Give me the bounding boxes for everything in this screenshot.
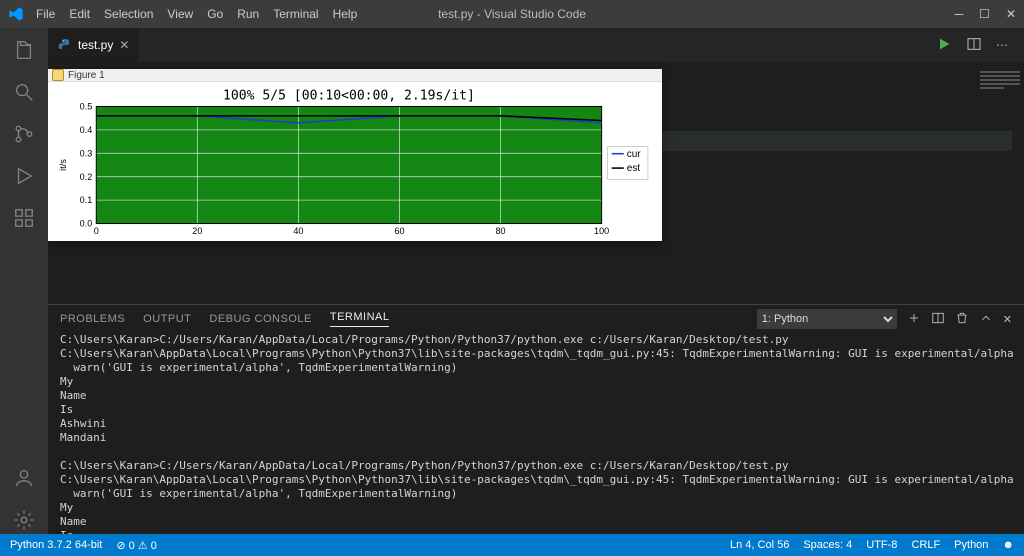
panel-close-icon[interactable]: ✕ <box>1003 313 1012 326</box>
svg-text:0.5: 0.5 <box>80 101 93 111</box>
minimap[interactable] <box>980 71 1020 93</box>
menu-selection[interactable]: Selection <box>98 3 159 25</box>
bottom-panel: PROBLEMS OUTPUT DEBUG CONSOLE TERMINAL 1… <box>48 304 1024 534</box>
menu-help[interactable]: Help <box>327 3 364 25</box>
main-menu: File Edit Selection View Go Run Terminal… <box>30 3 363 25</box>
run-file-icon[interactable] <box>936 36 952 55</box>
figure-title: Figure 1 <box>68 70 105 81</box>
panel-tab-output[interactable]: OUTPUT <box>143 313 191 325</box>
vscode-logo-icon <box>8 6 24 22</box>
kill-terminal-icon[interactable] <box>955 311 969 328</box>
svg-text:0.3: 0.3 <box>80 148 93 158</box>
panel-tab-problems[interactable]: PROBLEMS <box>60 313 125 325</box>
menu-edit[interactable]: Edit <box>63 3 96 25</box>
status-indent[interactable]: Spaces: 4 <box>803 539 852 551</box>
status-feedback-icon[interactable]: ☻ <box>1002 539 1014 551</box>
svg-text:40: 40 <box>293 226 303 236</box>
status-cursor-pos[interactable]: Ln 4, Col 56 <box>730 539 789 551</box>
editor-body[interactable]: Figure 1 0 20 40 60 80 100 0.0 0.1 0.2 0.3 0.4 0.5 i… <box>48 63 1024 304</box>
svg-text:80: 80 <box>496 226 506 236</box>
svg-text:60: 60 <box>394 226 404 236</box>
svg-text:0.1: 0.1 <box>80 195 93 205</box>
maximize-icon[interactable]: ☐ <box>979 7 990 21</box>
tab-test-py[interactable]: test.py ✕ <box>48 28 140 62</box>
titlebar: File Edit Selection View Go Run Terminal… <box>0 0 1024 28</box>
panel-tabs: PROBLEMS OUTPUT DEBUG CONSOLE TERMINAL 1… <box>48 305 1024 333</box>
svg-text:0: 0 <box>94 226 99 236</box>
status-bar: Python 3.7.2 64-bit ⊘ 0 ⚠ 0 Ln 4, Col 56… <box>0 534 1024 556</box>
plot-area: 0 20 40 60 80 100 0.0 0.1 0.2 0.3 0.4 0.5 it/s 100% 5… <box>54 88 658 242</box>
tab-label: test.py <box>78 38 113 52</box>
svg-text:20: 20 <box>192 226 202 236</box>
panel-collapse-icon[interactable] <box>979 311 993 328</box>
python-file-icon <box>58 38 72 52</box>
new-terminal-icon[interactable] <box>907 311 921 328</box>
figure-titlebar[interactable]: Figure 1 <box>48 69 662 82</box>
search-icon[interactable] <box>10 78 38 106</box>
svg-text:cur: cur <box>627 149 642 160</box>
menu-run[interactable]: Run <box>231 3 265 25</box>
svg-text:it/s: it/s <box>58 159 68 171</box>
panel-tab-debug-console[interactable]: DEBUG CONSOLE <box>209 313 311 325</box>
minimize-icon[interactable]: ─ <box>955 7 964 21</box>
tk-logo-icon <box>52 69 64 81</box>
terminal-output[interactable]: C:\Users\Karan>C:/Users/Karan/AppData/Lo… <box>48 333 1024 534</box>
activity-bar <box>0 28 48 534</box>
panel-tab-terminal[interactable]: TERMINAL <box>330 311 390 327</box>
terminal-selector[interactable]: 1: Python <box>757 309 897 329</box>
accounts-icon[interactable] <box>10 464 38 492</box>
status-python-env[interactable]: Python 3.7.2 64-bit <box>10 539 102 551</box>
settings-gear-icon[interactable] <box>10 506 38 534</box>
svg-text:100% 5/5 [00:10<00:00, 2.19s/: 100% 5/5 [00:10<00:00, 2.19s/it] <box>223 88 475 103</box>
status-problems-count[interactable]: ⊘ 0 ⚠ 0 <box>116 539 156 552</box>
status-language[interactable]: Python <box>954 539 988 551</box>
status-encoding[interactable]: UTF-8 <box>866 539 897 551</box>
close-icon[interactable]: ✕ <box>1006 7 1016 21</box>
explorer-icon[interactable] <box>10 36 38 64</box>
menu-terminal[interactable]: Terminal <box>267 3 324 25</box>
split-editor-icon[interactable] <box>966 36 982 55</box>
menu-view[interactable]: View <box>161 3 199 25</box>
extensions-icon[interactable] <box>10 204 38 232</box>
split-terminal-icon[interactable] <box>931 311 945 328</box>
matplotlib-window[interactable]: Figure 1 0 20 40 60 80 100 0.0 0.1 0.2 0.3 0.4 0.5 i… <box>48 69 662 241</box>
source-control-icon[interactable] <box>10 120 38 148</box>
svg-text:0.2: 0.2 <box>80 172 93 182</box>
menu-go[interactable]: Go <box>201 3 229 25</box>
more-actions-icon[interactable]: ⋯ <box>996 38 1008 52</box>
svg-text:100: 100 <box>594 226 609 236</box>
status-eol[interactable]: CRLF <box>911 539 940 551</box>
editor-tabbar: test.py ✕ ⋯ <box>48 28 1024 63</box>
svg-text:est: est <box>627 163 641 174</box>
main-area: test.py ✕ ⋯ Fi <box>0 28 1024 534</box>
tab-close-icon[interactable]: ✕ <box>119 38 129 52</box>
run-debug-icon[interactable] <box>10 162 38 190</box>
editor-column: test.py ✕ ⋯ Fi <box>48 28 1024 534</box>
chart-svg: 0 20 40 60 80 100 0.0 0.1 0.2 0.3 0.4 0.5 it/s 100% 5… <box>54 88 658 242</box>
plot-wrap: 0 20 40 60 80 100 0.0 0.1 0.2 0.3 0.4 0.5 it/s 100% 5… <box>48 82 662 246</box>
menu-file[interactable]: File <box>30 3 61 25</box>
svg-text:0.0: 0.0 <box>80 219 93 229</box>
svg-text:0.4: 0.4 <box>80 125 93 135</box>
